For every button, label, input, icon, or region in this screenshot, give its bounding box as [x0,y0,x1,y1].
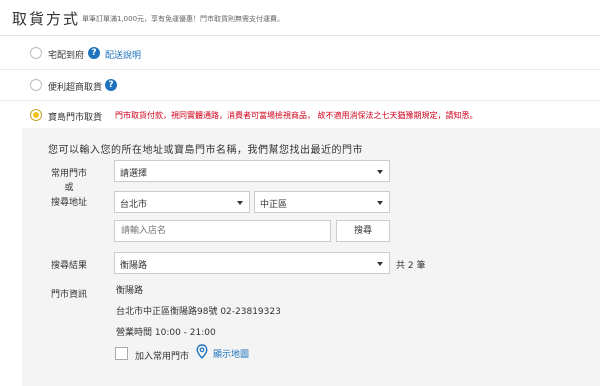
help-icon[interactable]: ? [88,47,100,59]
home-delivery-label: 宅配到府 [48,51,85,61]
city-select-value: 台北市 [120,200,148,210]
bao-store-radio[interactable] [30,109,42,121]
store-name: 衡陽路 [116,286,144,296]
common-store-label: 常用門市 [50,169,87,179]
home-delivery-radio[interactable] [30,47,42,59]
common-store-select[interactable]: 請選擇 [114,160,390,182]
chevron-down-icon [377,262,383,266]
search-address-label: 搜尋地址 [50,198,87,208]
add-common-store-checkbox[interactable] [115,347,128,360]
store-search-intro: 您可以輸入您的所在地址或寶島門市名稱，我們幫您找出最近的門市 [48,145,363,156]
add-common-store-label: 加入常用門市 [135,352,190,362]
or-label: 或 [64,183,74,193]
city-select[interactable]: 台北市 [114,191,250,213]
chevron-down-icon [237,201,243,205]
store-info-label: 門市資訊 [50,290,87,300]
map-pin-icon[interactable] [196,344,208,359]
search-result-select[interactable]: 衡陽路 [114,252,390,274]
search-result-select-value: 衡陽路 [120,261,148,271]
result-count: 共 2 筆 [396,261,426,271]
common-store-select-value: 請選擇 [120,169,148,179]
search-button[interactable]: 搜尋 [336,220,390,242]
store-address: 台北市中正區衡陽路98號 02-23819323 [116,307,281,317]
district-select-value: 中正區 [260,200,288,210]
convenience-store-label: 便利超商取貨 [48,83,103,93]
bao-store-label: 寶島門市取貨 [48,113,103,123]
option-home-delivery[interactable]: 宅配到府 ? 配送說明 [0,36,600,70]
chevron-down-icon [377,201,383,205]
section-header: 取貨方式 單筆訂單滿1,000元，享有免運優惠！門市取貨則無需支付運費。 [0,0,600,36]
page-title: 取貨方式 [12,10,81,28]
show-map-link[interactable]: 顯示地圖 [213,347,249,360]
convenience-store-radio[interactable] [30,79,42,91]
district-select[interactable]: 中正區 [254,191,390,213]
delivery-info-link[interactable]: 配送說明 [105,48,141,61]
shipping-subtitle: 單筆訂單滿1,000元，享有免運優惠！門市取貨則無需支付運費。 [82,15,285,23]
option-convenience-store[interactable]: 便利超商取貨 ? [0,70,600,101]
option-bao-store[interactable]: 寶島門市取貨 門市取貨付款，視同實體通路，消費者可當場檢視商品， 故不適用消保法… [0,101,600,128]
store-hours: 營業時間 10:00 - 21:00 [116,328,216,338]
help-icon[interactable]: ? [105,79,117,91]
store-name-input[interactable] [114,220,331,242]
search-result-label: 搜尋結果 [50,261,87,271]
chevron-down-icon [377,170,383,174]
pickup-notice: 門市取貨付款，視同實體通路，消費者可當場檢視商品， 故不適用消保法之七天猶豫期規… [115,111,478,120]
